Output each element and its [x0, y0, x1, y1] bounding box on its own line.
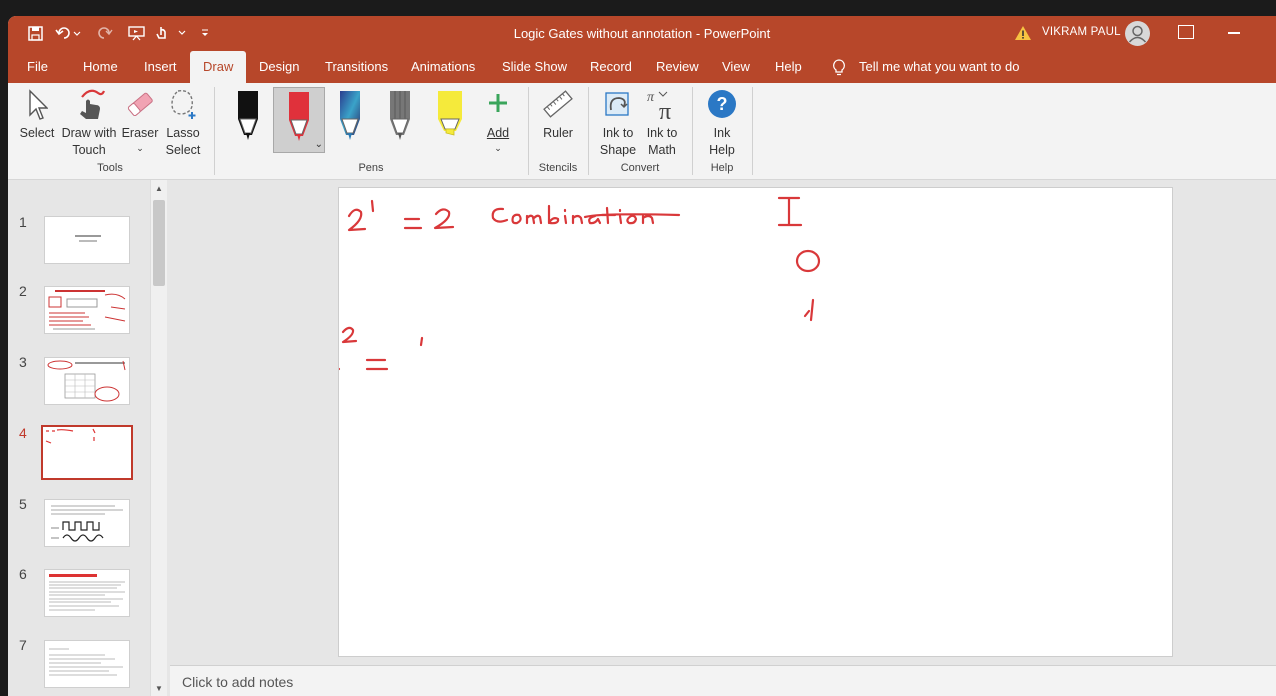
tools-group-label: Tools — [97, 162, 123, 174]
eraser-button[interactable]: Eraser ⌄ — [120, 83, 160, 161]
tab-slide-show[interactable]: Slide Show — [502, 51, 567, 83]
ruler-button[interactable]: Ruler — [536, 83, 580, 161]
user-name[interactable]: VIKRAM PAUL — [1042, 26, 1121, 38]
slide-thumbnail-6[interactable] — [44, 569, 130, 617]
tab-view[interactable]: View — [722, 51, 750, 83]
ink-to-shape-label-2: Shape — [599, 143, 637, 157]
powerpoint-window: Logic Gates without annotation - PowerPo… — [8, 16, 1276, 696]
lasso-select-button[interactable]: Lasso Select — [160, 83, 206, 161]
add-pen-dropdown-icon[interactable]: ⌄ — [482, 142, 514, 154]
draw-with-touch-label-1: Draw with — [61, 126, 117, 140]
slide-thumbnail-1[interactable] — [44, 216, 130, 264]
ink-to-shape-button[interactable]: Ink to Shape — [596, 83, 640, 161]
current-slide[interactable] — [338, 187, 1173, 657]
select-label: Select — [19, 126, 55, 140]
screen-frame: Logic Gates without annotation - PowerPo… — [0, 0, 1276, 696]
draw-with-touch-button[interactable]: Draw with Touch — [58, 83, 120, 161]
tab-home[interactable]: Home — [83, 51, 118, 83]
tab-review[interactable]: Review — [656, 51, 699, 83]
tab-design[interactable]: Design — [259, 51, 299, 83]
thumbnail-scrollbar[interactable]: ▲ ▼ — [150, 180, 167, 696]
scroll-up-icon[interactable]: ▲ — [153, 183, 165, 195]
tab-record[interactable]: Record — [590, 51, 632, 83]
slide-thumbnail-pane: 1 2 3 4 5 6 7 ▲ ▼ — [8, 180, 170, 696]
tab-transitions[interactable]: Transitions — [325, 51, 388, 83]
slide-thumbnail-3[interactable] — [44, 357, 130, 405]
ribbon-tab-bar: File Home Insert Draw Design Transitions… — [8, 51, 1276, 83]
ink-to-shape-icon — [605, 92, 629, 116]
highlighter-yellow-icon[interactable] — [435, 89, 465, 143]
pen-red-selected[interactable]: ⌄ — [273, 87, 325, 153]
pen-options-chevron-icon[interactable]: ⌄ — [315, 139, 323, 150]
tab-draw[interactable]: Draw — [190, 51, 247, 83]
slide-number: 5 — [19, 496, 27, 512]
lightbulb-icon — [832, 59, 846, 76]
ruler-icon — [543, 90, 573, 118]
tab-help[interactable]: Help — [775, 51, 802, 83]
ink-to-math-label-1: Ink to — [646, 126, 678, 140]
help-question-icon: ? — [708, 90, 736, 118]
tab-animations[interactable]: Animations — [411, 51, 475, 83]
slide-thumbnail-2[interactable] — [44, 286, 130, 334]
pen-black-icon[interactable] — [233, 89, 263, 143]
ink-to-math-icon: ππ — [647, 90, 671, 121]
eraser-label: Eraser — [121, 126, 159, 140]
slide-number: 3 — [19, 354, 27, 370]
draw-ribbon: Select Draw with Touch Eraser ⌄ Lasso Selec… — [8, 83, 1276, 180]
ink-to-math-label-2: Math — [648, 143, 676, 157]
add-pen-button[interactable]: Add ⌄ — [482, 83, 514, 161]
avatar[interactable] — [1125, 21, 1150, 46]
ink-to-shape-label-1: Ink to — [602, 126, 634, 140]
svg-text:?: ? — [717, 94, 728, 114]
convert-group-label: Convert — [620, 162, 660, 174]
pen-galaxy-icon[interactable] — [335, 89, 365, 143]
title-bar: Logic Gates without annotation - PowerPo… — [8, 16, 1276, 51]
lasso-label-1: Lasso — [166, 126, 200, 140]
eraser-icon — [127, 92, 153, 116]
ink-to-math-button[interactable]: ππ Ink to Math — [640, 83, 684, 161]
eraser-dropdown-icon[interactable]: ⌄ — [120, 142, 160, 154]
pen-red-icon — [289, 92, 309, 141]
ink-help-label-1: Ink — [713, 126, 731, 140]
help-group-label: Help — [710, 162, 734, 174]
tell-me-search[interactable]: Tell me what you want to do — [859, 51, 1019, 83]
plus-icon — [489, 94, 507, 112]
stencils-group-label: Stencils — [538, 162, 578, 174]
draw-with-touch-label-2: Touch — [72, 143, 106, 157]
slide-number: 6 — [19, 566, 27, 582]
notes-pane[interactable]: Click to add notes — [170, 665, 1276, 696]
select-button[interactable]: Select — [16, 83, 58, 161]
ink-help-label-2: Help — [709, 143, 735, 157]
pens-group-label: Pens — [358, 162, 384, 174]
slide-thumbnail-4-selected[interactable] — [41, 425, 133, 480]
select-arrow-icon — [29, 89, 48, 120]
tab-file[interactable]: File — [27, 51, 48, 83]
group-separator — [752, 87, 753, 175]
minimize-icon[interactable] — [1228, 32, 1240, 34]
slide-thumbnail-5[interactable] — [44, 499, 130, 547]
svg-text:π: π — [647, 90, 655, 105]
tab-insert[interactable]: Insert — [144, 51, 177, 83]
slide-number: 7 — [19, 637, 27, 653]
scroll-down-icon[interactable]: ▼ — [153, 683, 165, 695]
slide-thumbnail-7[interactable] — [44, 640, 130, 688]
ink-annotations — [339, 196, 821, 371]
slide-editing-area — [170, 180, 1276, 665]
warning-icon[interactable] — [1014, 24, 1032, 42]
slide-number: 1 — [19, 214, 27, 230]
notes-placeholder[interactable]: Click to add notes — [182, 674, 293, 690]
slide-number: 2 — [19, 283, 27, 299]
draw-with-touch-icon — [80, 89, 106, 119]
pencil-gray-icon[interactable] — [385, 89, 415, 143]
add-pen-label: Add — [486, 126, 510, 140]
scrollbar-thumb[interactable] — [153, 200, 165, 286]
slide-number-active: 4 — [19, 425, 27, 441]
ink-help-button[interactable]: ? Ink Help — [700, 83, 744, 161]
ribbon-display-options-icon[interactable] — [1178, 25, 1194, 39]
svg-text:π: π — [659, 99, 671, 121]
lasso-label-2: Select — [165, 143, 201, 157]
lasso-icon — [171, 90, 196, 119]
ruler-label: Ruler — [543, 126, 573, 140]
